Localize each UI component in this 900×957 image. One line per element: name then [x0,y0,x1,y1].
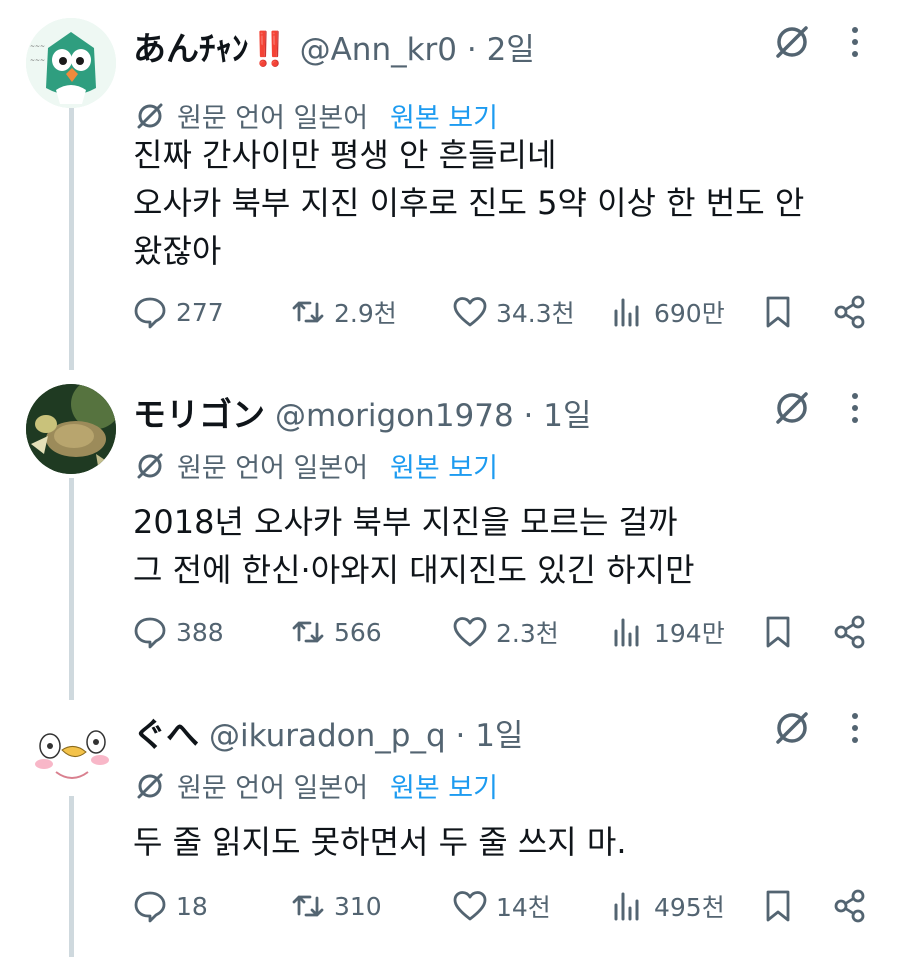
more-options-icon[interactable] [840,22,870,62]
translate-off-icon [137,453,163,478]
reply-count: 277 [176,297,224,327]
handle-and-time[interactable]: @Ann_kr0 · 2일 [300,24,535,69]
translate-off-icon [137,103,163,128]
show-original-link[interactable]: 원본 보기 [390,766,498,805]
share-icon [834,295,865,329]
bookmark-icon [766,890,790,922]
tweet-text-line: 진짜 간사이만 평생 안 흔들리네 [133,136,557,174]
views-button[interactable]: 690만 [610,288,725,336]
like-count: 2.3천 [496,619,559,648]
views-button[interactable]: 495천 [610,882,725,930]
repost-button[interactable]: 2.9천 [290,288,397,336]
repost-button[interactable]: 566 [290,608,382,656]
share-button[interactable] [832,608,868,656]
avatar-turtle-image [26,384,116,474]
bookmark-button[interactable] [760,288,796,336]
repost-button[interactable]: 310 [290,882,382,930]
tweet-header: ぐへ @ikuradon_p_q · 1일 [133,702,523,762]
show-original-link[interactable]: 원본 보기 [390,446,498,485]
repost-count: 2.9천 [334,299,397,328]
like-count: 14천 [496,893,551,922]
reply-icon [134,617,166,649]
heart-icon [453,297,487,327]
like-button[interactable]: 34.3천 [452,288,575,336]
translate-off-icon[interactable] [770,386,814,430]
show-original-link[interactable]: 원본 보기 [390,96,498,135]
display-name[interactable]: あんﾁｬﾝ‼️ [133,22,290,70]
share-icon [834,889,865,923]
like-button[interactable]: 14천 [452,882,551,930]
heart-icon [453,617,487,647]
reply-icon [134,891,166,923]
views-count: 690만 [654,299,725,328]
bookmark-button[interactable] [760,608,796,656]
tweet[interactable]: ぐへ @ikuradon_p_q · 1일 원문 언어 일본어 원본 보기 두 … [0,702,900,952]
tweet-text: 두 줄 읽지도 못하면서 두 줄 쓰지 마. [133,818,863,866]
action-bar: 277 2.9천 34.3천 690만 [132,288,872,336]
tweet-text-line: 오사카 북부 지진 이후로 진도 5약 이상 한 번도 안 [133,184,805,222]
bookmark-icon [766,296,790,328]
reply-button[interactable]: 277 [132,288,224,336]
tweet-text-line: 두 줄 읽지도 못하면서 두 줄 쓰지 마. [133,823,627,861]
more-options-icon[interactable] [840,388,870,428]
views-count: 495천 [654,893,725,922]
action-bar: 388 566 2.3천 194만 [132,608,872,656]
display-name[interactable]: モリゴン [133,388,265,436]
translate-off-icon[interactable] [770,20,814,64]
like-count: 34.3천 [496,299,575,328]
avatar[interactable]: ~~~ ~~~ [26,18,116,108]
handle-and-time[interactable]: @ikuradon_p_q · 1일 [209,710,523,755]
tweet[interactable]: モリゴン @morigon1978 · 1일 원문 언어 일본어 원본 보기 2… [0,382,900,682]
source-language-label: 원문 언어 일본어 [177,773,369,804]
repost-icon [292,895,324,917]
translate-off-icon[interactable] [770,706,814,750]
like-button[interactable]: 2.3천 [452,608,559,656]
tweet-text: 진짜 간사이만 평생 안 흔들리네오사카 북부 지진 이후로 진도 5약 이상 … [133,131,863,275]
avatar-character-image [26,706,116,796]
display-name[interactable]: ぐへ [133,708,199,756]
bookmark-button[interactable] [760,882,796,930]
views-button[interactable]: 194만 [610,608,725,656]
share-button[interactable] [832,882,868,930]
reply-count: 388 [176,617,224,647]
views-count: 194만 [654,619,725,648]
action-bar: 18 310 14천 495천 [132,882,872,930]
repost-count: 310 [334,891,382,921]
reply-button[interactable]: 18 [132,882,208,930]
repost-icon [292,621,324,643]
reply-icon [134,297,166,329]
translation-notice: 원문 언어 일본어 원본 보기 [133,96,498,135]
tweet[interactable]: ~~~ ~~~ あんﾁｬﾝ‼️ @Ann_kr0 · 2일 원문 언어 일본어 … [0,16,900,356]
views-chart-icon [614,618,639,647]
source-language-label: 원문 언어 일본어 [177,103,369,134]
tweet-text: 2018년 오사카 북부 지진을 모르는 걸까그 전에 한신·아와지 대지진도 … [133,498,863,594]
handle-and-time[interactable]: @morigon1978 · 1일 [275,390,592,435]
svg-text:~~~: ~~~ [30,57,45,64]
avatar[interactable] [26,706,116,796]
svg-text:~~~: ~~~ [30,43,45,50]
reply-count: 18 [176,891,208,921]
repost-count: 566 [334,617,382,647]
tweet-header: あんﾁｬﾝ‼️ @Ann_kr0 · 2일 [133,16,535,76]
heart-icon [453,891,487,921]
views-chart-icon [614,892,639,921]
bookmark-icon [766,616,790,648]
tweet-header: モリゴン @morigon1978 · 1일 [133,382,592,442]
avatar[interactable] [26,384,116,474]
share-button[interactable] [832,288,868,336]
tweet-text-line: 2018년 오사카 북부 지진을 모르는 걸까 [133,503,678,541]
repost-icon [292,301,324,323]
translate-off-icon [137,773,163,798]
tweet-text-line: 그 전에 한신·아와지 대지진도 있긴 하지만 [133,551,695,589]
reply-button[interactable]: 388 [132,608,224,656]
views-chart-icon [614,298,639,327]
source-language-label: 원문 언어 일본어 [177,453,369,484]
tweet-text-line: 왔잖아 [133,232,222,270]
more-options-icon[interactable] [840,708,870,748]
share-icon [834,615,865,649]
translation-notice: 원문 언어 일본어 원본 보기 [133,766,498,805]
translation-notice: 원문 언어 일본어 원본 보기 [133,446,498,485]
avatar-owl-image: ~~~ ~~~ [26,18,116,108]
